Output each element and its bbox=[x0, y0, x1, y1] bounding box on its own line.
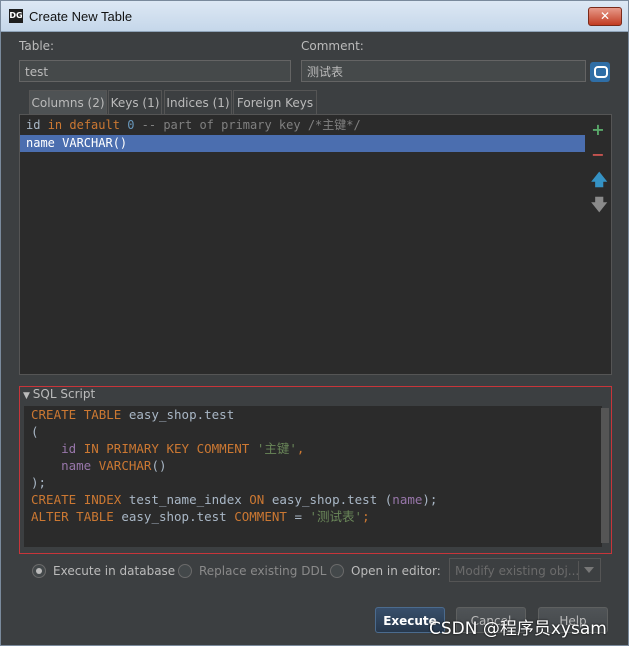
sql-line: ); bbox=[31, 475, 47, 490]
csdn-watermark: CSDN @程序员xysam bbox=[429, 619, 607, 639]
execute-in-db-radio[interactable] bbox=[32, 564, 46, 578]
tab-indices[interactable]: Indices (1) bbox=[164, 90, 232, 114]
dropdown-separator bbox=[578, 561, 579, 580]
sql-script-header[interactable]: ▼ SQL Script bbox=[23, 387, 95, 401]
open-in-editor-radio[interactable] bbox=[330, 564, 344, 578]
remove-icon[interactable]: − bbox=[591, 147, 605, 163]
sql-line: ( bbox=[31, 424, 39, 439]
sql-line: name VARCHAR() bbox=[61, 458, 167, 473]
create-table-dialog: DG Create New Table ✕ Table: test Commen… bbox=[0, 0, 629, 646]
collapse-triangle-icon: ▼ bbox=[23, 391, 33, 401]
tab-keys[interactable]: Keys (1) bbox=[108, 90, 162, 114]
execute-in-db-label[interactable]: Execute in database bbox=[53, 564, 175, 578]
table-name-field[interactable]: test bbox=[19, 60, 291, 82]
comment-editor-icon[interactable] bbox=[590, 62, 610, 82]
column-comment: -- part of primary key /*主键*/ bbox=[141, 118, 361, 132]
datagrip-logo-icon: DG bbox=[9, 9, 23, 23]
replace-ddl-label[interactable]: Replace existing DDL bbox=[199, 564, 326, 578]
sql-scrollbar[interactable] bbox=[601, 408, 609, 543]
keyword: default bbox=[69, 118, 120, 132]
columns-list: id in default 0 -- part of primary key /… bbox=[19, 114, 612, 375]
move-down-icon[interactable]: 🡇 bbox=[591, 197, 607, 213]
list-item-selected[interactable]: name VARCHAR() bbox=[20, 135, 585, 152]
window-title: Create New Table bbox=[29, 9, 133, 24]
sql-line: CREATE INDEX test_name_index ON easy_sho… bbox=[31, 492, 438, 507]
table-label: Table: bbox=[19, 39, 55, 53]
default-value: 0 bbox=[127, 118, 135, 132]
tab-columns[interactable]: Columns (2) bbox=[29, 90, 107, 114]
sql-line: ALTER TABLE easy_shop.test COMMENT = '测试… bbox=[31, 509, 370, 524]
list-item[interactable]: id in default 0 -- part of primary key /… bbox=[20, 117, 585, 134]
sql-script-label: SQL Script bbox=[32, 387, 96, 401]
sql-editor[interactable]: CREATE TABLE easy_shop.test ( id IN PRIM… bbox=[24, 406, 602, 547]
add-icon[interactable]: + bbox=[591, 122, 605, 138]
open-in-editor-label[interactable]: Open in editor: bbox=[351, 564, 441, 578]
sql-line: CREATE TABLE easy_shop.test bbox=[31, 407, 235, 422]
title-bar[interactable]: DG Create New Table ✕ bbox=[1, 1, 628, 32]
replace-ddl-radio[interactable] bbox=[178, 564, 192, 578]
editor-mode-dropdown[interactable]: Modify existing obj... bbox=[449, 558, 601, 582]
column-name: id bbox=[26, 118, 41, 132]
move-up-icon[interactable]: 🡅 bbox=[591, 172, 607, 188]
sql-line: id IN PRIMARY KEY COMMENT '主键', bbox=[61, 441, 305, 456]
comment-label: Comment: bbox=[301, 39, 364, 53]
comment-field[interactable]: 测试表 bbox=[301, 60, 586, 82]
tab-foreign-keys[interactable]: Foreign Keys bbox=[233, 90, 317, 114]
keyword: in bbox=[47, 118, 63, 132]
dropdown-value: Modify existing obj... bbox=[455, 564, 580, 578]
close-button[interactable]: ✕ bbox=[588, 7, 622, 26]
chevron-down-icon bbox=[584, 567, 594, 573]
